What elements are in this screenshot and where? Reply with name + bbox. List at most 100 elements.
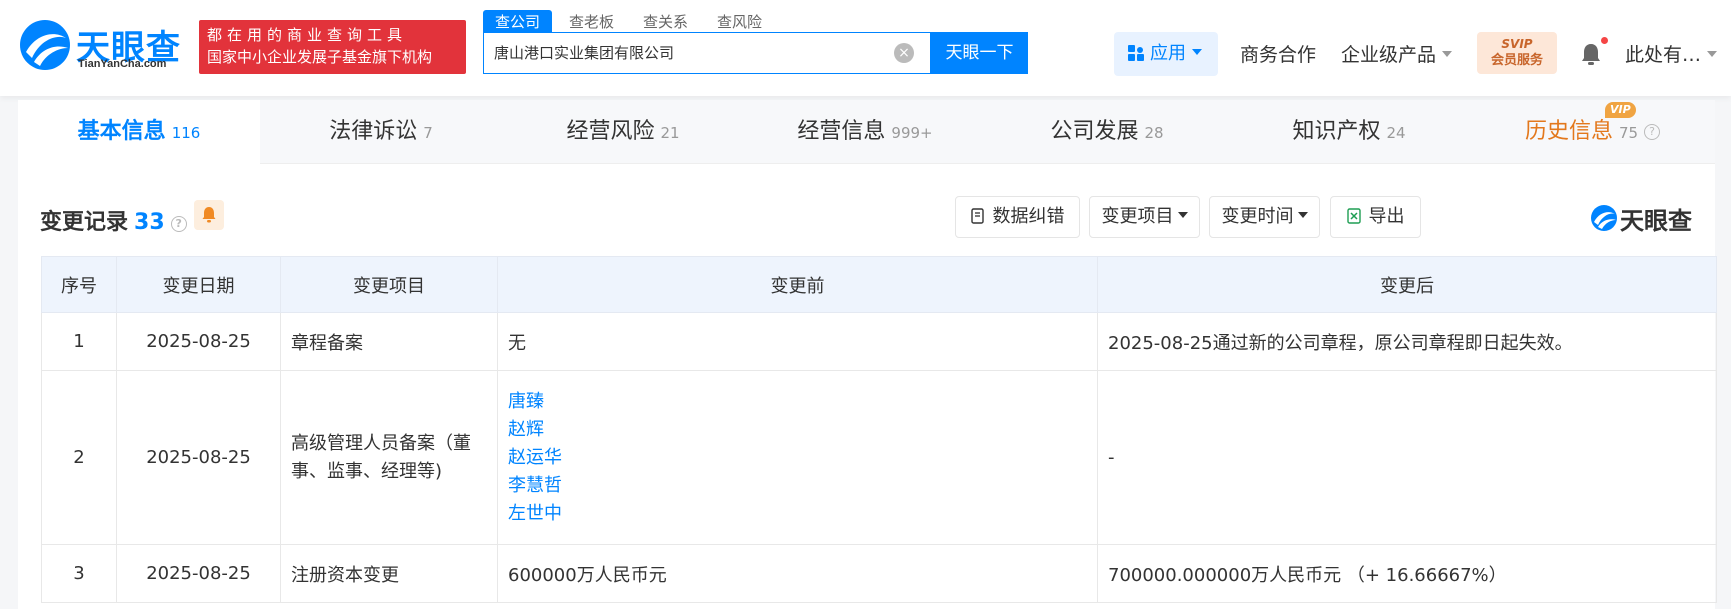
tab-legal[interactable]: 法律诉讼 7	[260, 100, 502, 164]
slogan-line-1: 都在用的商业查询工具	[207, 26, 408, 44]
tab-count: 21	[660, 124, 680, 142]
member-service-label: 会员服务	[1490, 53, 1543, 68]
tab-count: 24	[1386, 124, 1406, 142]
search-tab-boss[interactable]: 查老板	[557, 10, 626, 32]
change-item-filter-label: 变更项目	[1101, 206, 1174, 227]
search-tab-risk[interactable]: 查风险	[705, 10, 774, 32]
tab-basic-info[interactable]: 基本信息 116	[18, 100, 260, 164]
bell-subscribe-icon[interactable]	[194, 200, 224, 230]
top-header: 天眼查 TianYanCha.com 都在用的商业查询工具 国家中小企业发展子基…	[0, 0, 1731, 96]
slogan-banner: 都在用的商业查询工具 国家中小企业发展子基金旗下机构	[199, 20, 466, 74]
tab-label: 公司发展	[1050, 119, 1139, 144]
chevron-down-icon	[1707, 51, 1718, 57]
vip-badge: VIP	[1605, 102, 1636, 118]
change-item: 注册资本变更	[280, 544, 498, 603]
value-after: 2025-08-25通过新的公司章程，原公司章程即日起失效。	[1097, 312, 1717, 371]
caret-down-icon	[1297, 212, 1308, 218]
tab-count: 28	[1144, 124, 1164, 142]
tab-label: 法律诉讼	[329, 119, 418, 144]
export-button[interactable]: 导出	[1330, 196, 1421, 238]
notification-dot	[1601, 37, 1608, 44]
svip-member-button[interactable]: SVIP 会员服务	[1477, 32, 1557, 74]
change-date: 2025-08-25	[116, 544, 281, 603]
data-correction-button[interactable]: 数据纠错	[955, 196, 1080, 238]
tab-count: 7	[423, 124, 433, 142]
company-detail-card: 基本信息 116 法律诉讼 7 经营风险 21 经营信息 999+ 公司发展 28 知识产…	[18, 100, 1717, 609]
search-tab-relation[interactable]: 查关系	[631, 10, 700, 32]
column-header: 变更前	[497, 256, 1098, 313]
clear-icon[interactable]: ×	[894, 43, 914, 63]
value-before: 无	[497, 312, 1098, 371]
person-link[interactable]: 李慧哲	[508, 472, 1087, 500]
enterprise-products-menu[interactable]: 企业级产品	[1341, 40, 1453, 67]
user-name: 此处有…	[1625, 44, 1702, 66]
value-after: 700000.000000万人民币元 （+ 16.66667%）	[1097, 544, 1717, 603]
svip-label: SVIP	[1501, 37, 1533, 51]
search-box: ×	[483, 32, 931, 74]
record-count: 33	[134, 210, 165, 235]
tianyancha-logo[interactable]: 天眼查 TianYanCha.com	[18, 18, 190, 74]
tab-development[interactable]: 公司发展 28	[986, 100, 1228, 164]
change-date: 2025-08-25	[116, 370, 281, 545]
data-correction-label: 数据纠错	[992, 206, 1065, 227]
change-records-table: 序号 变更日期 变更项目 变更前 变更后 1 2025-08-25 章程备案 无…	[41, 256, 1717, 603]
table-row: 1 2025-08-25 章程备案 无 2025-08-25通过新的公司章程，原…	[41, 312, 1717, 371]
change-time-filter[interactable]: 变更时间	[1209, 196, 1320, 238]
row-number: 2	[41, 370, 117, 545]
caret-down-icon	[1177, 212, 1188, 218]
value-after: -	[1097, 370, 1717, 545]
chevron-down-icon	[1442, 51, 1453, 57]
tab-count: 75	[1618, 124, 1639, 142]
change-time-filter-label: 变更时间	[1221, 206, 1294, 227]
section-title-text: 变更记录	[40, 210, 129, 235]
slogan-line-2: 国家中小企业发展子基金旗下机构	[207, 48, 433, 66]
tab-count: 999+	[891, 124, 933, 142]
value-before: 唐臻 赵辉 赵运华 李慧哲 左世中	[497, 370, 1098, 545]
search-tab-company[interactable]: 查公司	[483, 10, 553, 32]
person-link[interactable]: 赵运华	[508, 444, 1087, 472]
change-item: 高级管理人员备案（董事、监事、经理等)	[280, 370, 498, 545]
help-icon[interactable]: ?	[170, 216, 187, 232]
enterprise-products-label: 企业级产品	[1341, 44, 1437, 66]
table-row: 2 2025-08-25 高级管理人员备案（董事、监事、经理等) 唐臻 赵辉 赵…	[41, 370, 1717, 545]
value-before: 600000万人民币元	[497, 544, 1098, 603]
person-link[interactable]: 赵辉	[508, 416, 1087, 444]
document-edit-icon	[970, 208, 984, 224]
logo-mark-icon	[20, 20, 70, 70]
column-header: 变更日期	[116, 256, 281, 313]
tab-operation-risk[interactable]: 经营风险 21	[502, 100, 744, 164]
tab-label: 历史信息	[1524, 119, 1613, 144]
tianyancha-watermark-logo: 天眼查	[1590, 201, 1710, 235]
app-menu-label: 应用	[1150, 43, 1186, 64]
table-row: 3 2025-08-25 注册资本变更 600000万人民币元 700000.0…	[41, 544, 1717, 603]
change-date: 2025-08-25	[116, 312, 281, 371]
column-header: 序号	[41, 256, 117, 313]
tab-history[interactable]: 历史信息 75?	[1470, 100, 1715, 164]
column-header: 变更项目	[280, 256, 498, 313]
excel-icon	[1346, 208, 1361, 224]
change-item: 章程备案	[280, 312, 498, 371]
row-number: 1	[41, 312, 117, 371]
change-item-filter[interactable]: 变更项目	[1089, 196, 1200, 238]
tab-count: 116	[171, 124, 201, 142]
help-icon[interactable]: ?	[1644, 124, 1661, 140]
tab-label: 知识产权	[1292, 119, 1381, 144]
bell-icon[interactable]	[1580, 42, 1602, 66]
tab-operation-info[interactable]: 经营信息 999+	[744, 100, 986, 164]
search-button[interactable]: 天眼一下	[931, 32, 1028, 74]
detail-tabs: 基本信息 116 法律诉讼 7 经营风险 21 经营信息 999+ 公司发展 28 知识产…	[18, 100, 1715, 164]
person-link[interactable]: 左世中	[508, 500, 1087, 528]
watermark-text: 天眼查	[1620, 207, 1692, 235]
table-header-row: 序号 变更日期 变更项目 变更前 变更后	[41, 256, 1717, 313]
tab-label: 经营风险	[566, 119, 655, 144]
tab-label: 经营信息	[797, 119, 886, 144]
export-label: 导出	[1368, 206, 1405, 227]
section-title: 变更记录 33?	[40, 204, 187, 236]
business-link[interactable]: 商务合作	[1240, 40, 1316, 67]
user-menu[interactable]: 此处有…	[1625, 40, 1718, 67]
app-menu-button[interactable]: 应用	[1114, 32, 1218, 76]
tab-ip[interactable]: 知识产权 24	[1228, 100, 1470, 164]
person-link[interactable]: 唐臻	[508, 388, 1087, 416]
column-header: 变更后	[1097, 256, 1717, 313]
search-input[interactable]	[494, 43, 854, 61]
